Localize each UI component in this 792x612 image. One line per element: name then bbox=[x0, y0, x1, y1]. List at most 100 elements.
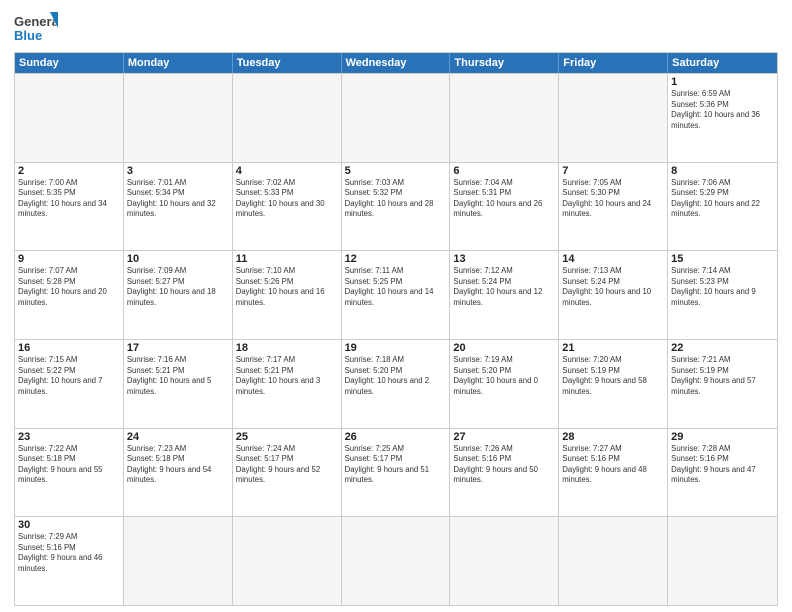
header: General Blue bbox=[14, 10, 778, 46]
day-info: Sunrise: 7:00 AM Sunset: 5:35 PM Dayligh… bbox=[18, 178, 120, 220]
day-number: 27 bbox=[453, 431, 555, 443]
day-info: Sunrise: 7:24 AM Sunset: 5:17 PM Dayligh… bbox=[236, 444, 338, 486]
day-number: 26 bbox=[345, 431, 447, 443]
empty-cell-0-4 bbox=[450, 74, 559, 162]
day-info: Sunrise: 7:06 AM Sunset: 5:29 PM Dayligh… bbox=[671, 178, 774, 220]
day-number: 5 bbox=[345, 165, 447, 177]
day-cell-7: 7Sunrise: 7:05 AM Sunset: 5:30 PM Daylig… bbox=[559, 163, 668, 251]
header-cell-saturday: Saturday bbox=[668, 53, 777, 73]
day-number: 15 bbox=[671, 253, 774, 265]
day-cell-26: 26Sunrise: 7:25 AM Sunset: 5:17 PM Dayli… bbox=[342, 429, 451, 517]
day-number: 29 bbox=[671, 431, 774, 443]
day-info: Sunrise: 7:02 AM Sunset: 5:33 PM Dayligh… bbox=[236, 178, 338, 220]
calendar: SundayMondayTuesdayWednesdayThursdayFrid… bbox=[14, 52, 778, 606]
logo: General Blue bbox=[14, 10, 58, 46]
header-cell-wednesday: Wednesday bbox=[342, 53, 451, 73]
day-number: 16 bbox=[18, 342, 120, 354]
day-cell-5: 5Sunrise: 7:03 AM Sunset: 5:32 PM Daylig… bbox=[342, 163, 451, 251]
day-info: Sunrise: 7:26 AM Sunset: 5:16 PM Dayligh… bbox=[453, 444, 555, 486]
day-number: 17 bbox=[127, 342, 229, 354]
day-info: Sunrise: 7:28 AM Sunset: 5:16 PM Dayligh… bbox=[671, 444, 774, 486]
day-number: 4 bbox=[236, 165, 338, 177]
day-cell-17: 17Sunrise: 7:16 AM Sunset: 5:21 PM Dayli… bbox=[124, 340, 233, 428]
empty-cell-5-5 bbox=[559, 517, 668, 605]
day-info: Sunrise: 7:03 AM Sunset: 5:32 PM Dayligh… bbox=[345, 178, 447, 220]
day-number: 25 bbox=[236, 431, 338, 443]
day-number: 21 bbox=[562, 342, 664, 354]
day-cell-1: 1Sunrise: 6:59 AM Sunset: 5:36 PM Daylig… bbox=[668, 74, 777, 162]
day-number: 30 bbox=[18, 519, 120, 531]
calendar-header-row: SundayMondayTuesdayWednesdayThursdayFrid… bbox=[15, 53, 777, 73]
day-number: 2 bbox=[18, 165, 120, 177]
empty-cell-5-1 bbox=[124, 517, 233, 605]
day-number: 23 bbox=[18, 431, 120, 443]
empty-cell-0-3 bbox=[342, 74, 451, 162]
day-info: Sunrise: 7:12 AM Sunset: 5:24 PM Dayligh… bbox=[453, 266, 555, 308]
week-row-4: 23Sunrise: 7:22 AM Sunset: 5:18 PM Dayli… bbox=[15, 428, 777, 517]
header-cell-tuesday: Tuesday bbox=[233, 53, 342, 73]
svg-text:General: General bbox=[14, 14, 58, 29]
day-cell-15: 15Sunrise: 7:14 AM Sunset: 5:23 PM Dayli… bbox=[668, 251, 777, 339]
header-cell-monday: Monday bbox=[124, 53, 233, 73]
day-cell-22: 22Sunrise: 7:21 AM Sunset: 5:19 PM Dayli… bbox=[668, 340, 777, 428]
empty-cell-5-2 bbox=[233, 517, 342, 605]
day-info: Sunrise: 7:18 AM Sunset: 5:20 PM Dayligh… bbox=[345, 355, 447, 397]
day-info: Sunrise: 7:27 AM Sunset: 5:16 PM Dayligh… bbox=[562, 444, 664, 486]
day-number: 10 bbox=[127, 253, 229, 265]
header-cell-sunday: Sunday bbox=[15, 53, 124, 73]
empty-cell-0-0 bbox=[15, 74, 124, 162]
day-cell-16: 16Sunrise: 7:15 AM Sunset: 5:22 PM Dayli… bbox=[15, 340, 124, 428]
empty-cell-5-6 bbox=[668, 517, 777, 605]
week-row-2: 9Sunrise: 7:07 AM Sunset: 5:28 PM Daylig… bbox=[15, 250, 777, 339]
empty-cell-0-5 bbox=[559, 74, 668, 162]
empty-cell-0-2 bbox=[233, 74, 342, 162]
day-info: Sunrise: 7:11 AM Sunset: 5:25 PM Dayligh… bbox=[345, 266, 447, 308]
day-number: 20 bbox=[453, 342, 555, 354]
day-info: Sunrise: 7:20 AM Sunset: 5:19 PM Dayligh… bbox=[562, 355, 664, 397]
day-info: Sunrise: 7:09 AM Sunset: 5:27 PM Dayligh… bbox=[127, 266, 229, 308]
day-info: Sunrise: 7:13 AM Sunset: 5:24 PM Dayligh… bbox=[562, 266, 664, 308]
day-cell-12: 12Sunrise: 7:11 AM Sunset: 5:25 PM Dayli… bbox=[342, 251, 451, 339]
day-info: Sunrise: 7:05 AM Sunset: 5:30 PM Dayligh… bbox=[562, 178, 664, 220]
day-info: Sunrise: 7:25 AM Sunset: 5:17 PM Dayligh… bbox=[345, 444, 447, 486]
day-info: Sunrise: 7:16 AM Sunset: 5:21 PM Dayligh… bbox=[127, 355, 229, 397]
page: General Blue SundayMondayTuesdayWednesda… bbox=[0, 0, 792, 612]
day-cell-18: 18Sunrise: 7:17 AM Sunset: 5:21 PM Dayli… bbox=[233, 340, 342, 428]
header-cell-thursday: Thursday bbox=[450, 53, 559, 73]
day-info: Sunrise: 7:14 AM Sunset: 5:23 PM Dayligh… bbox=[671, 266, 774, 308]
day-cell-25: 25Sunrise: 7:24 AM Sunset: 5:17 PM Dayli… bbox=[233, 429, 342, 517]
week-row-0: 1Sunrise: 6:59 AM Sunset: 5:36 PM Daylig… bbox=[15, 73, 777, 162]
logo-svg: General Blue bbox=[14, 10, 58, 46]
day-number: 19 bbox=[345, 342, 447, 354]
day-cell-9: 9Sunrise: 7:07 AM Sunset: 5:28 PM Daylig… bbox=[15, 251, 124, 339]
day-number: 12 bbox=[345, 253, 447, 265]
day-info: Sunrise: 7:07 AM Sunset: 5:28 PM Dayligh… bbox=[18, 266, 120, 308]
day-cell-29: 29Sunrise: 7:28 AM Sunset: 5:16 PM Dayli… bbox=[668, 429, 777, 517]
day-cell-13: 13Sunrise: 7:12 AM Sunset: 5:24 PM Dayli… bbox=[450, 251, 559, 339]
week-row-1: 2Sunrise: 7:00 AM Sunset: 5:35 PM Daylig… bbox=[15, 162, 777, 251]
calendar-body: 1Sunrise: 6:59 AM Sunset: 5:36 PM Daylig… bbox=[15, 73, 777, 605]
day-info: Sunrise: 7:22 AM Sunset: 5:18 PM Dayligh… bbox=[18, 444, 120, 486]
day-info: Sunrise: 7:29 AM Sunset: 5:16 PM Dayligh… bbox=[18, 532, 120, 574]
day-number: 6 bbox=[453, 165, 555, 177]
day-cell-2: 2Sunrise: 7:00 AM Sunset: 5:35 PM Daylig… bbox=[15, 163, 124, 251]
day-info: Sunrise: 7:21 AM Sunset: 5:19 PM Dayligh… bbox=[671, 355, 774, 397]
svg-text:Blue: Blue bbox=[14, 28, 42, 43]
day-number: 8 bbox=[671, 165, 774, 177]
day-cell-6: 6Sunrise: 7:04 AM Sunset: 5:31 PM Daylig… bbox=[450, 163, 559, 251]
day-number: 1 bbox=[671, 76, 774, 88]
day-cell-14: 14Sunrise: 7:13 AM Sunset: 5:24 PM Dayli… bbox=[559, 251, 668, 339]
day-number: 14 bbox=[562, 253, 664, 265]
day-number: 9 bbox=[18, 253, 120, 265]
day-cell-23: 23Sunrise: 7:22 AM Sunset: 5:18 PM Dayli… bbox=[15, 429, 124, 517]
empty-cell-0-1 bbox=[124, 74, 233, 162]
day-cell-19: 19Sunrise: 7:18 AM Sunset: 5:20 PM Dayli… bbox=[342, 340, 451, 428]
day-number: 28 bbox=[562, 431, 664, 443]
day-number: 18 bbox=[236, 342, 338, 354]
day-cell-28: 28Sunrise: 7:27 AM Sunset: 5:16 PM Dayli… bbox=[559, 429, 668, 517]
week-row-3: 16Sunrise: 7:15 AM Sunset: 5:22 PM Dayli… bbox=[15, 339, 777, 428]
day-info: Sunrise: 7:10 AM Sunset: 5:26 PM Dayligh… bbox=[236, 266, 338, 308]
day-cell-10: 10Sunrise: 7:09 AM Sunset: 5:27 PM Dayli… bbox=[124, 251, 233, 339]
day-number: 22 bbox=[671, 342, 774, 354]
day-cell-27: 27Sunrise: 7:26 AM Sunset: 5:16 PM Dayli… bbox=[450, 429, 559, 517]
